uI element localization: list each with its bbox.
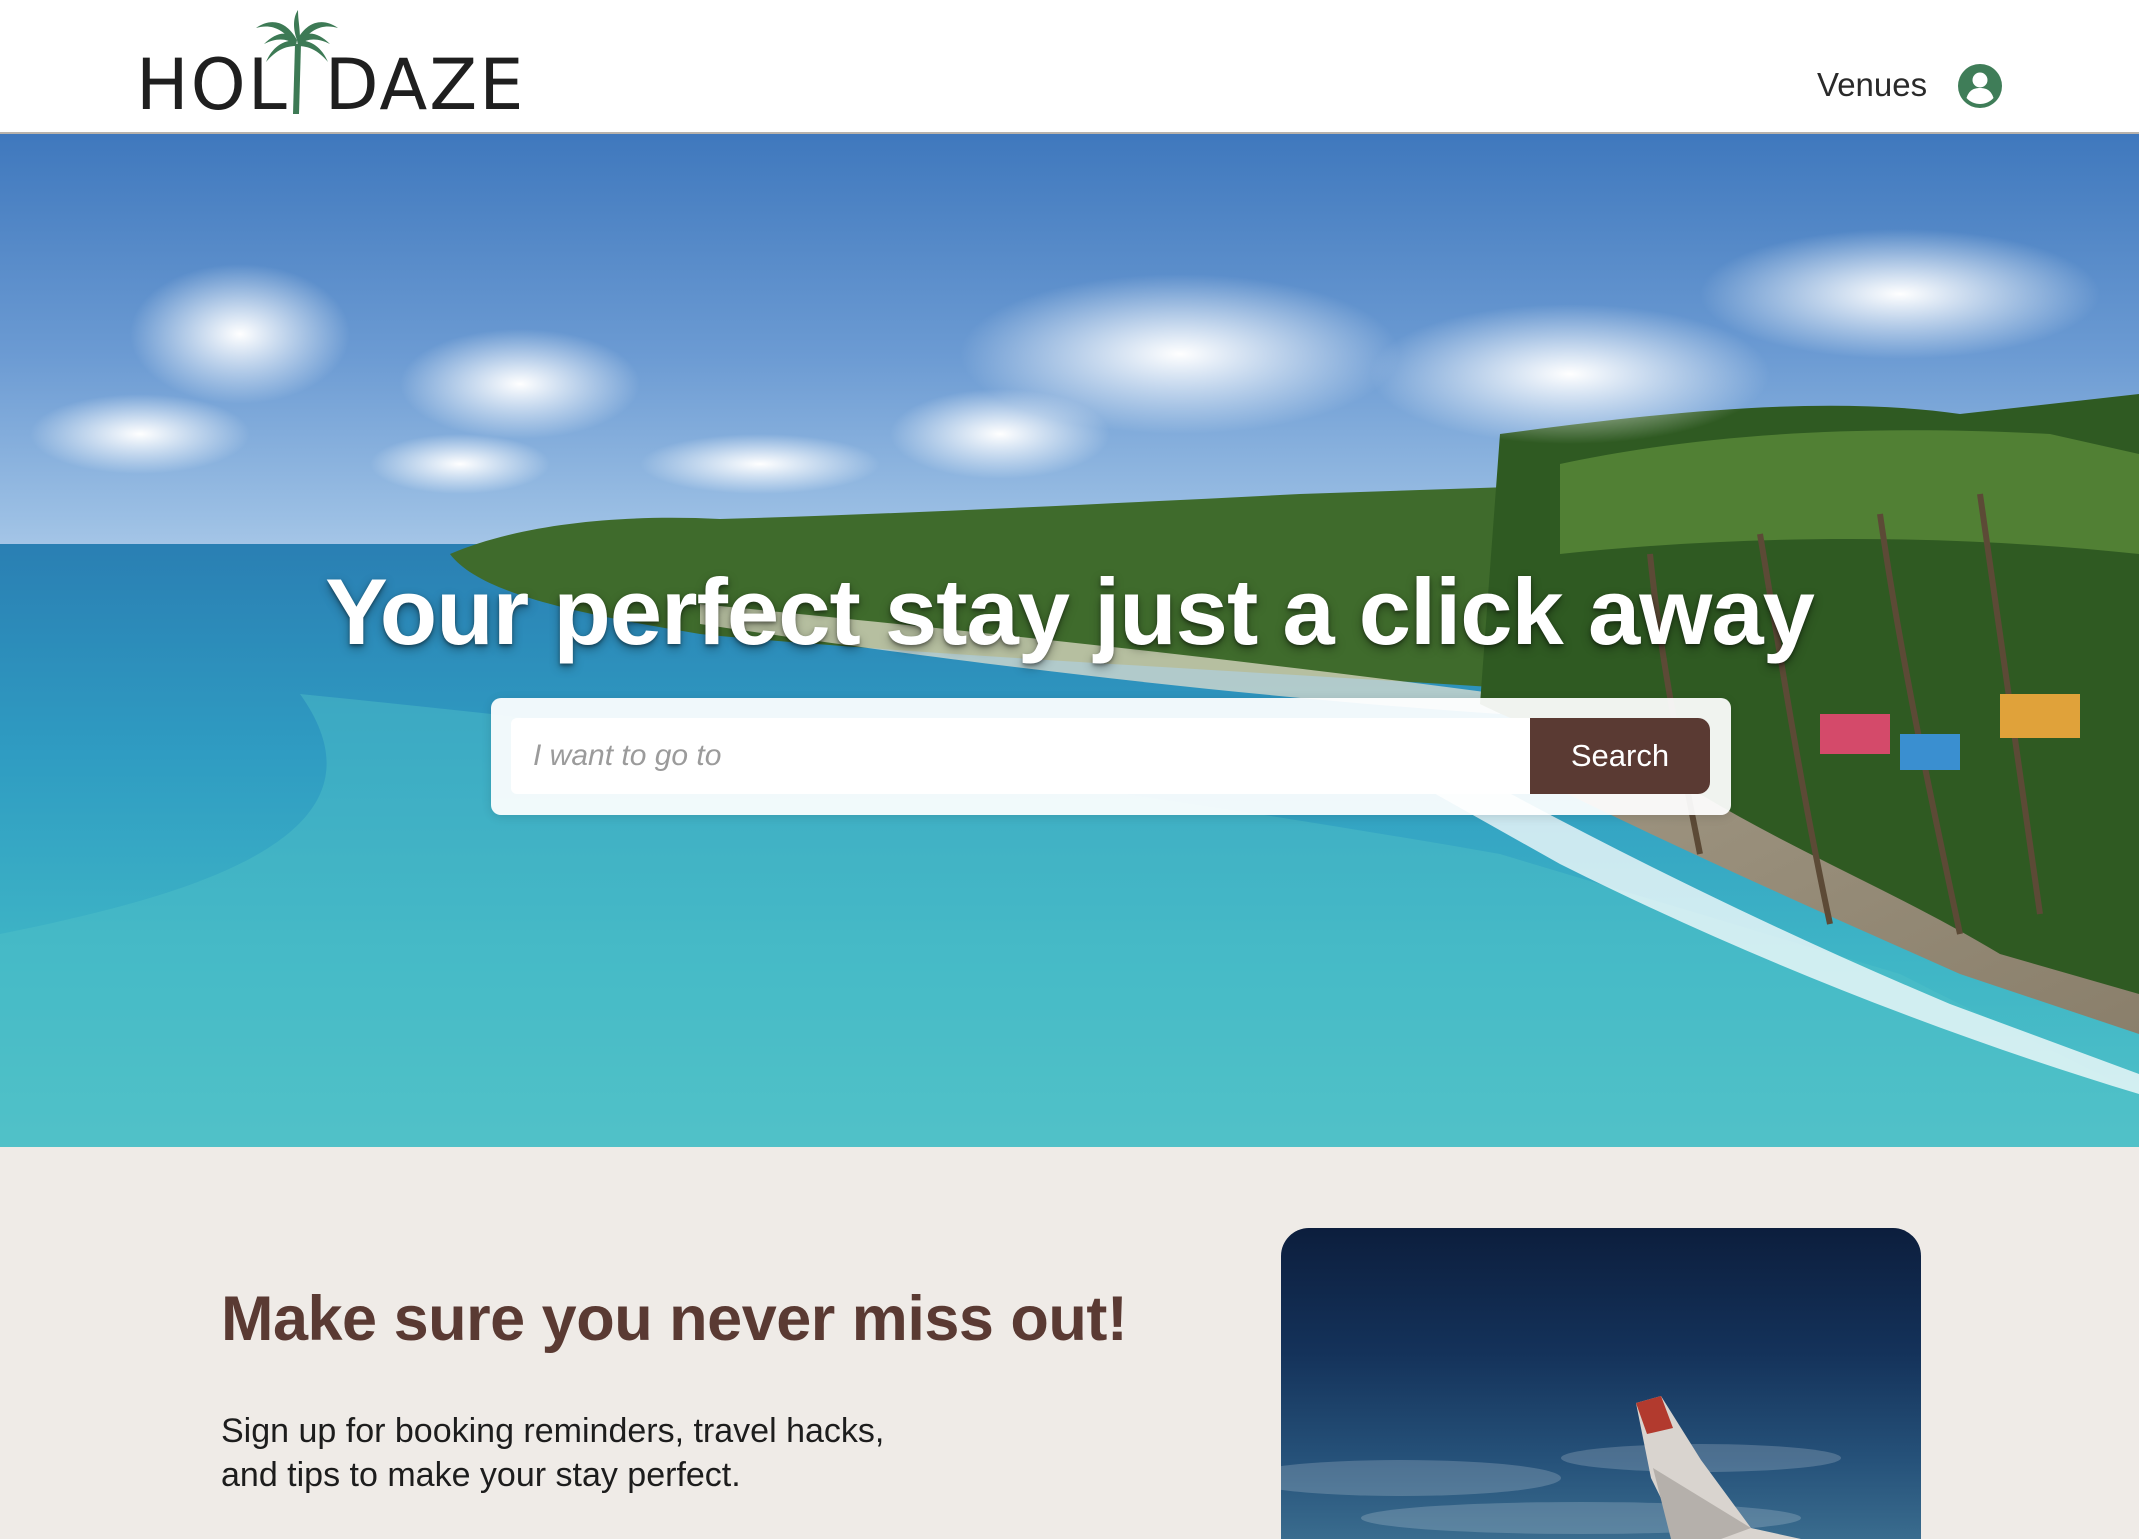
destination-search-input[interactable] xyxy=(511,718,1533,794)
site-header: HOL DAZE Venues xyxy=(0,0,2139,134)
user-circle-icon[interactable] xyxy=(1957,63,2003,109)
holidaze-logo[interactable]: HOL DAZE xyxy=(136,10,523,120)
promo-heading: Make sure you never miss out! xyxy=(221,1284,1128,1354)
logo-text-right: DAZE xyxy=(324,44,526,126)
search-bar: Search xyxy=(491,698,1731,815)
search-button[interactable]: Search xyxy=(1530,718,1710,794)
palm-tree-icon xyxy=(256,10,338,114)
promo-text-line-1: Sign up for booking reminders, travel ha… xyxy=(221,1412,885,1450)
hero-section: Your perfect stay just a click away Sear… xyxy=(0,134,2139,1147)
hero-title: Your perfect stay just a click away xyxy=(325,559,1815,664)
airplane-wing-image xyxy=(1281,1228,1921,1539)
promo-description: Sign up for booking reminders, travel ha… xyxy=(221,1409,981,1497)
promo-text-line-2: and tips to make your stay perfect. xyxy=(221,1456,741,1494)
nav-venues-link[interactable]: Venues xyxy=(1817,66,1927,104)
